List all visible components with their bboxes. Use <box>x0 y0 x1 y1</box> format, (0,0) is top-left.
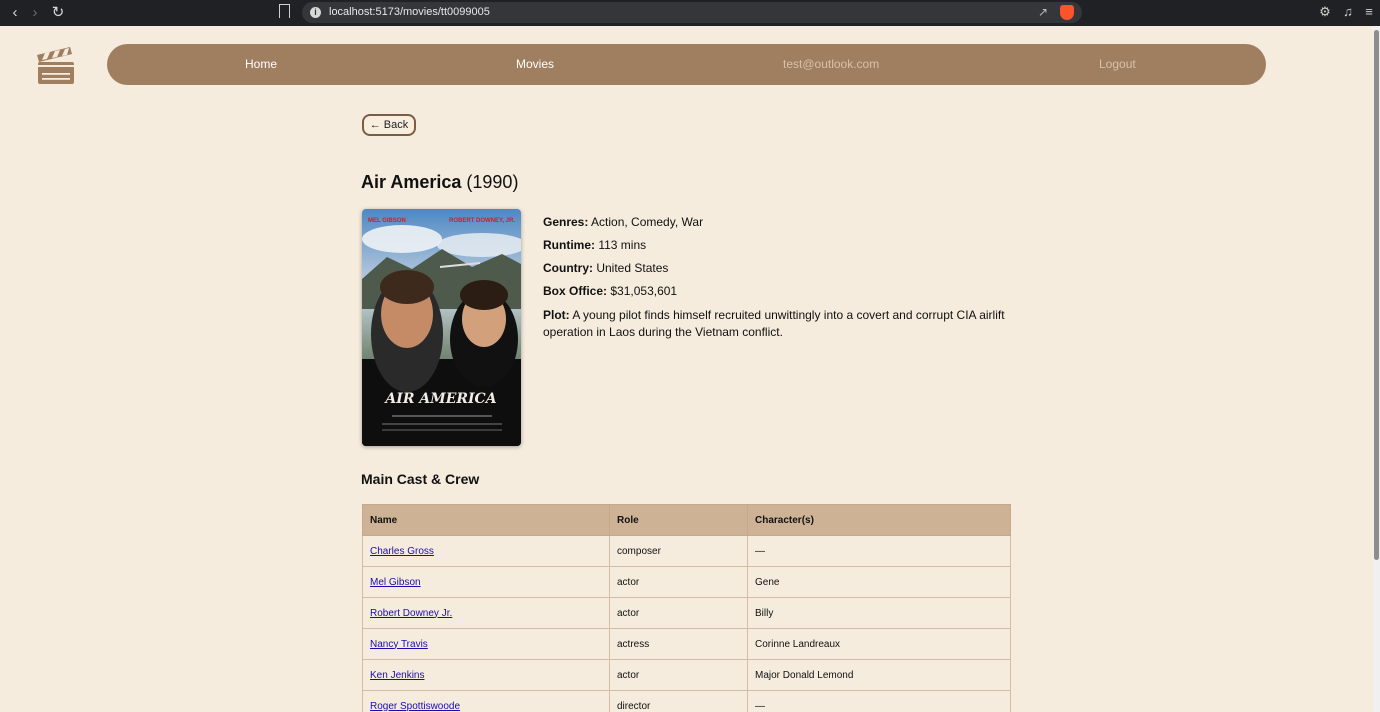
cast-name-link[interactable]: Robert Downey Jr. <box>370 608 452 619</box>
share-icon[interactable]: ↗ <box>1038 5 1048 19</box>
genres-row: Genres: Action, Comedy, War <box>543 215 1013 238</box>
address-url: localhost:5173/movies/tt0099005 <box>329 6 490 18</box>
cast-role: composer <box>609 535 748 567</box>
cast-heading: Main Cast & Crew <box>361 471 480 487</box>
nav-logout-link[interactable]: Logout <box>1099 57 1136 71</box>
brave-shield-icon[interactable] <box>1060 5 1074 20</box>
movie-name: Air America <box>361 172 462 192</box>
country-label: Country: <box>543 261 593 275</box>
cast-role: director <box>609 690 748 712</box>
scrollbar-thumb[interactable] <box>1374 30 1379 560</box>
table-row: Robert Downey Jr. actor Billy <box>362 597 1011 629</box>
cast-name-link[interactable]: Roger Spottiswoode <box>370 701 460 712</box>
cast-role: actor <box>609 597 748 629</box>
address-bar[interactable]: i localhost:5173/movies/tt0099005 ↗ <box>302 2 1082 23</box>
country-row: Country: United States <box>543 261 1013 284</box>
media-icon[interactable]: ♫ <box>1340 4 1356 20</box>
cast-table-header: Name Role Character(s) <box>362 504 1011 536</box>
country-value: United States <box>596 261 669 275</box>
table-row: Charles Gross composer — <box>362 535 1011 567</box>
reload-icon[interactable]: ↻ <box>49 4 67 22</box>
menu-icon[interactable]: ≡ <box>1361 4 1377 20</box>
column-header-characters: Character(s) <box>747 504 1011 536</box>
nav-movies-link[interactable]: Movies <box>516 57 554 71</box>
cast-role: actor <box>609 566 748 598</box>
cast-name-link[interactable]: Mel Gibson <box>370 577 421 588</box>
movie-title: Air America (1990) <box>361 172 518 193</box>
clapperboard-logo-icon[interactable] <box>36 46 76 86</box>
table-row: Ken Jenkins actor Major Donald Lemond <box>362 659 1011 691</box>
movie-details: Genres: Action, Comedy, War Runtime: 113… <box>543 215 1013 341</box>
nav-user-email[interactable]: test@outlook.com <box>783 57 879 71</box>
runtime-label: Runtime: <box>543 238 595 252</box>
cast-name-link[interactable]: Nancy Travis <box>370 639 428 650</box>
poster-title: AIR AMERICA <box>383 391 496 407</box>
back-arrow-icon[interactable]: ‹ <box>6 4 24 22</box>
cast-character: Major Donald Lemond <box>747 659 1011 691</box>
plot-label: Plot: <box>543 308 570 322</box>
runtime-value: 113 mins <box>598 238 647 252</box>
movie-poster: MEL GIBSON ROBERT DOWNEY, JR. AIR AMERIC… <box>362 209 521 446</box>
genres-label: Genres: <box>543 215 589 229</box>
cast-character: Corinne Landreaux <box>747 628 1011 660</box>
cast-character: Billy <box>747 597 1011 629</box>
back-button[interactable]: ← Back <box>362 114 416 136</box>
table-row: Nancy Travis actress Corinne Landreaux <box>362 628 1011 660</box>
runtime-row: Runtime: 113 mins <box>543 238 1013 261</box>
forward-arrow-icon[interactable]: › <box>26 4 44 22</box>
cast-character: — <box>747 690 1011 712</box>
genres-value: Action, Comedy, War <box>591 215 704 229</box>
cast-name-link[interactable]: Charles Gross <box>370 546 434 557</box>
poster-credit-left: MEL GIBSON <box>368 218 406 224</box>
extensions-icon[interactable]: ⚙ <box>1317 4 1333 20</box>
plot-value: A young pilot finds himself recruited un… <box>543 308 1005 339</box>
bookmark-icon[interactable] <box>279 4 290 18</box>
plot-row: Plot: A young pilot finds himself recrui… <box>543 307 1013 341</box>
box-office-value: $31,053,601 <box>610 284 678 298</box>
movie-year: (1990) <box>466 172 519 192</box>
site-info-icon[interactable]: i <box>310 7 321 18</box>
table-row: Mel Gibson actor Gene <box>362 566 1011 598</box>
column-header-role: Role <box>609 504 748 536</box>
nav-home-link[interactable]: Home <box>245 57 277 71</box>
page-scrollbar[interactable] <box>1373 26 1380 712</box>
table-row: Roger Spottiswoode director — <box>362 690 1011 712</box>
box-office-label: Box Office: <box>543 284 608 298</box>
poster-credit-right: ROBERT DOWNEY, JR. <box>449 218 515 224</box>
cast-character: Gene <box>747 566 1011 598</box>
cast-character: — <box>747 535 1011 567</box>
main-navbar: Home Movies test@outlook.com Logout <box>107 44 1266 85</box>
cast-name-link[interactable]: Ken Jenkins <box>370 670 424 681</box>
cast-table: Name Role Character(s) Charles Gross com… <box>362 504 1011 712</box>
cast-role: actor <box>609 659 748 691</box>
column-header-name: Name <box>362 504 610 536</box>
cast-role: actress <box>609 628 748 660</box>
box-office-row: Box Office: $31,053,601 <box>543 284 1013 307</box>
browser-toolbar: ‹ › ↻ i localhost:5173/movies/tt0099005 … <box>0 0 1380 26</box>
